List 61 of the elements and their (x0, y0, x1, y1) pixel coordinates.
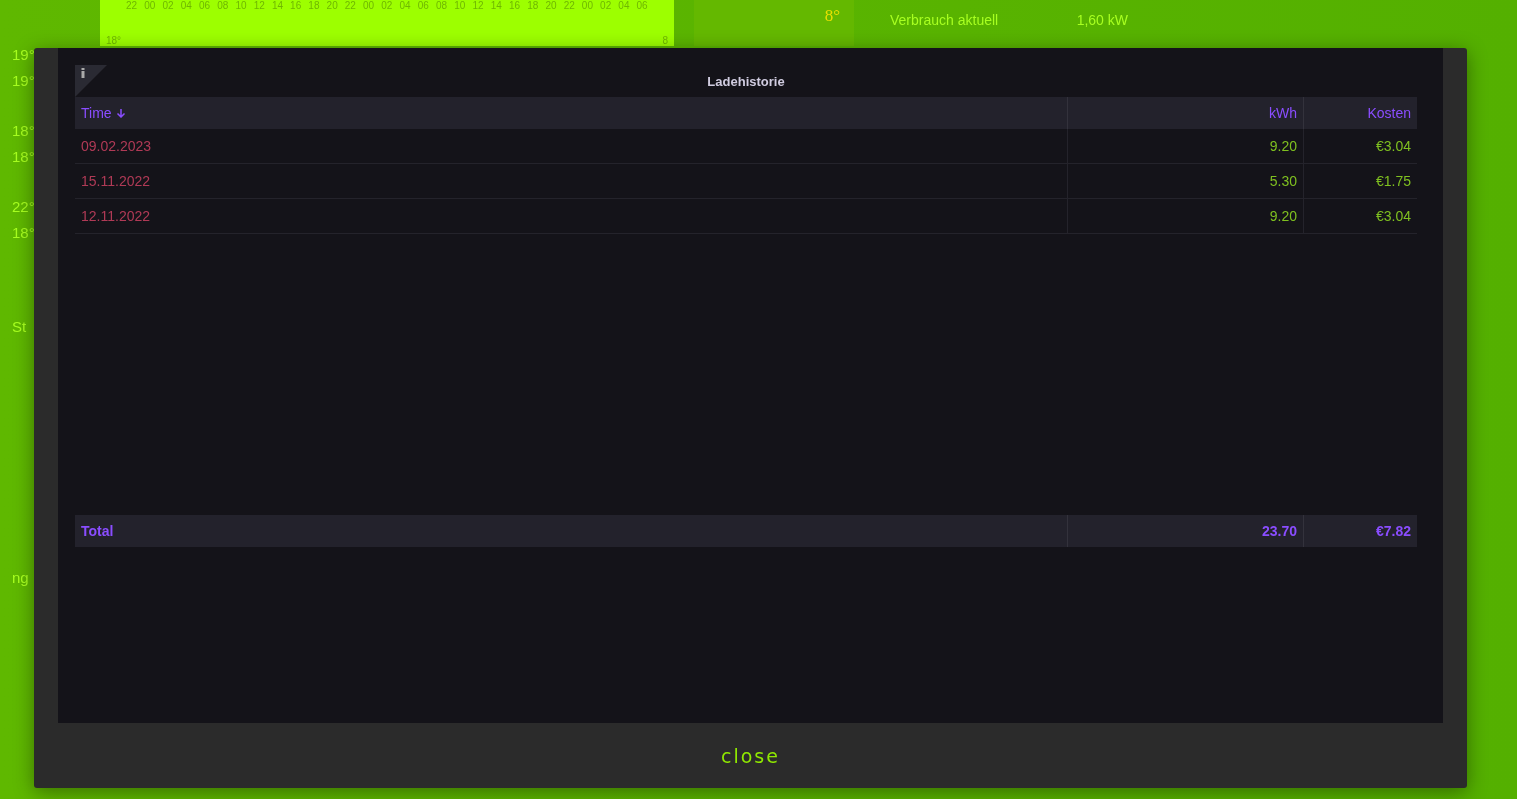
hour-label: 10 (235, 0, 247, 11)
hour-label: 18 (308, 0, 320, 11)
temperature-text: 22° (12, 197, 36, 217)
energy-label: Verbrauch aktuell (890, 12, 999, 28)
hour-label: 06 (198, 0, 211, 11)
hour-label: 18 (527, 0, 539, 11)
hour-label: 22 (563, 0, 575, 11)
table-cell: 9.20 (1067, 129, 1303, 164)
hour-label: 02 (600, 0, 612, 11)
hour-label: 06 (636, 0, 648, 11)
hour-label: 10 (454, 0, 466, 11)
hour-label: 04 (618, 0, 630, 11)
hour-label: 08 (436, 0, 448, 11)
table-cell: 12.11.2022 (75, 199, 1067, 234)
tile-label: ng (12, 569, 30, 586)
total-cost: €7.82 (1303, 515, 1417, 547)
hour-label: 14 (490, 0, 502, 11)
temperature-text: 18° (12, 147, 36, 167)
table-cell: 9.20 (1067, 199, 1303, 234)
sort-arrow-icon (115, 108, 126, 118)
info-icon[interactable] (75, 65, 107, 97)
table-cell: 09.02.2023 (75, 129, 1067, 164)
hour-label: 20 (545, 0, 557, 11)
hour-label: 04 (399, 0, 411, 11)
energy-value: 1,60 kW (1076, 12, 1128, 28)
close-button[interactable]: close (713, 742, 788, 769)
temperature-text: 19° (12, 45, 36, 65)
temperature-text: 18° (12, 121, 36, 141)
table-cell: €3.04 (1303, 199, 1417, 234)
temperature-text: 8° (824, 6, 840, 27)
hour-label: 16 (290, 0, 302, 11)
total-label: Total (75, 515, 1067, 547)
hour-label: 12 (472, 0, 484, 11)
temperature-text: 18° (12, 223, 36, 243)
total-kwh: 23.70 (1067, 515, 1303, 547)
table-cell: €3.04 (1303, 129, 1417, 164)
hour-label: 00 (363, 0, 375, 11)
hour-label: 22 (126, 0, 138, 11)
table-cell: 5.30 (1067, 164, 1303, 199)
hour-label: 02 (162, 0, 174, 11)
column-header[interactable]: Time (75, 97, 1067, 129)
column-header[interactable]: Kosten (1303, 97, 1417, 129)
temperature-text: 19° (12, 71, 36, 91)
hour-label: 02 (381, 0, 393, 11)
tile-label: St (12, 318, 28, 335)
hour-label: 22 (344, 0, 356, 11)
column-header[interactable]: kWh (1067, 97, 1303, 129)
hour-label: 20 (326, 0, 338, 11)
dialog-title: Ladehistorie (707, 73, 785, 89)
hour-label: 00 (581, 0, 593, 11)
axis-label: 8 (662, 35, 668, 46)
table-cell: 15.11.2022 (75, 164, 1067, 199)
hour-label: 04 (180, 0, 192, 11)
hour-label: 14 (271, 0, 283, 11)
table-cell: €1.75 (1303, 164, 1417, 199)
axis-label: 18° (106, 35, 122, 46)
hour-label: 16 (508, 0, 521, 11)
hour-label: 08 (217, 0, 229, 11)
hour-label: 00 (144, 0, 156, 11)
hour-label: 12 (253, 0, 265, 11)
hour-label: 06 (417, 0, 429, 11)
